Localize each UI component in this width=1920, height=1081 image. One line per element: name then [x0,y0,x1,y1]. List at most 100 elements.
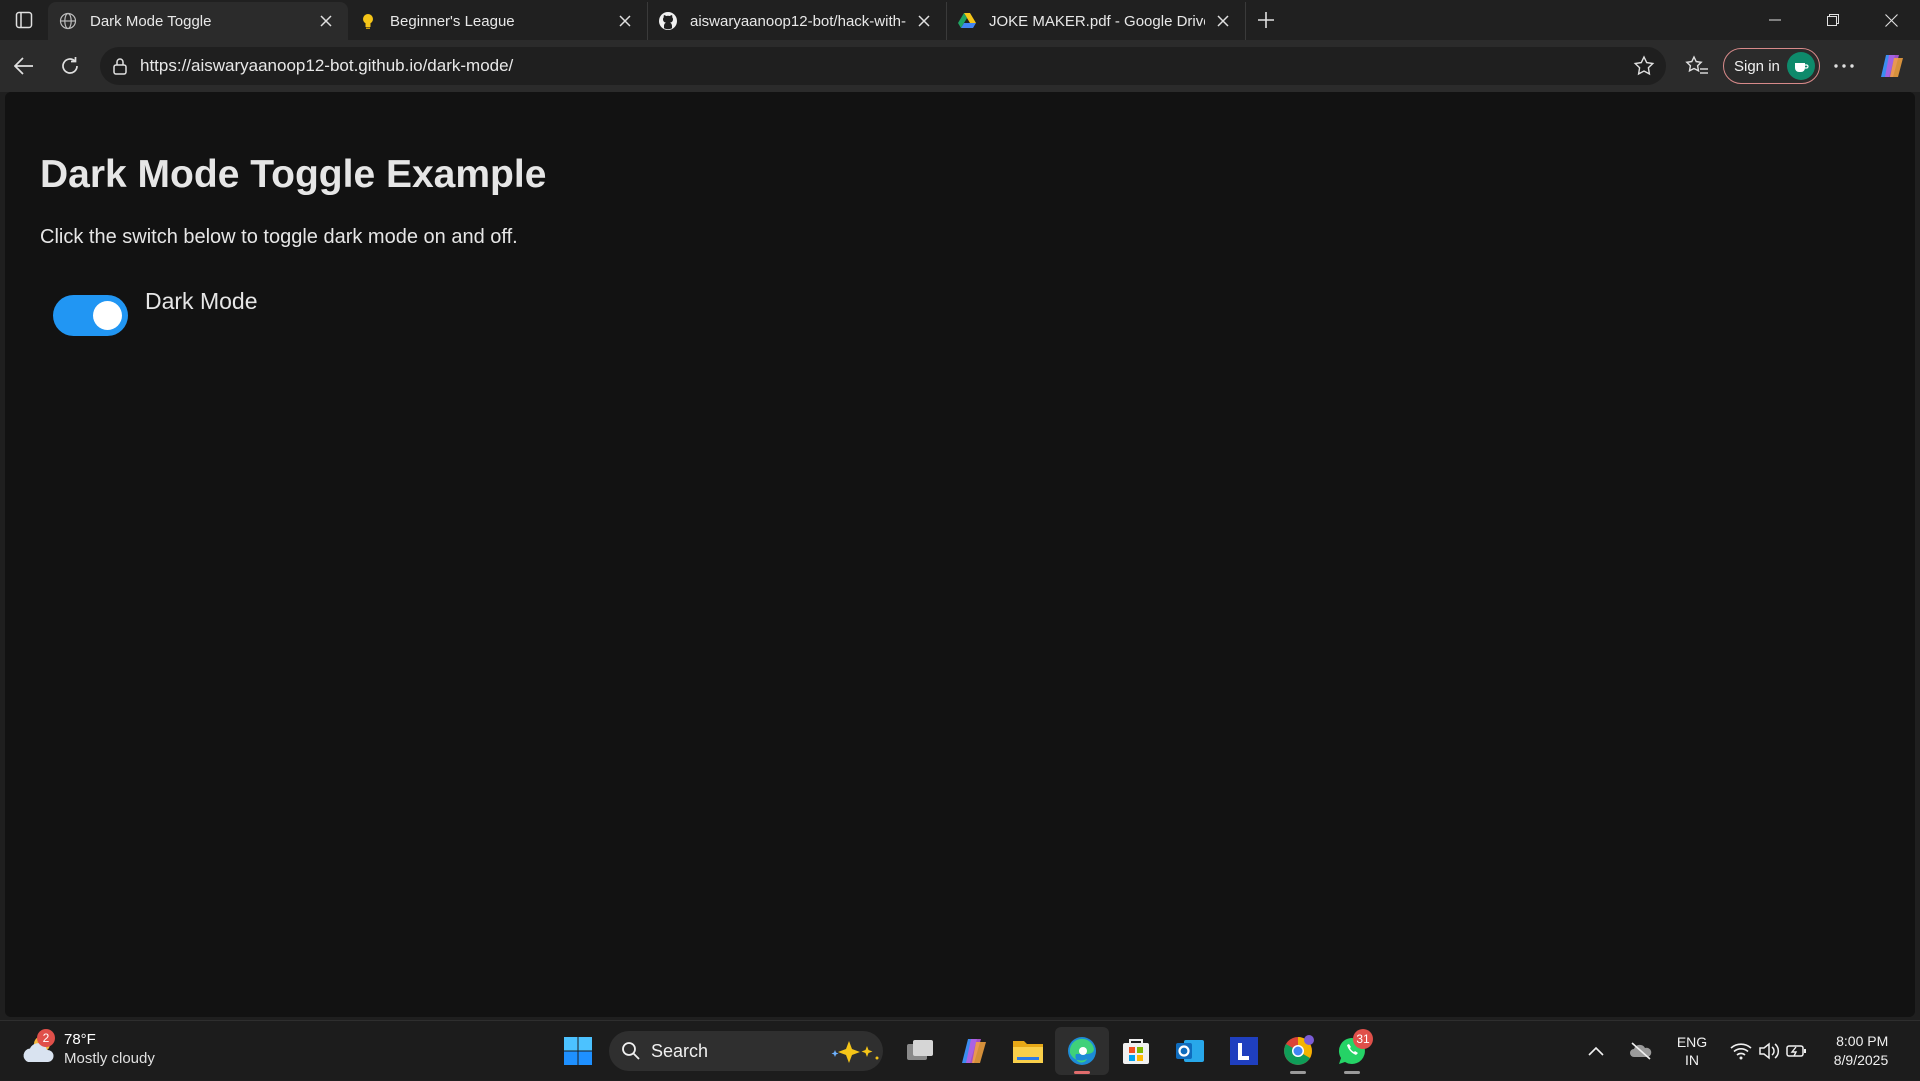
refresh-icon [62,57,78,74]
running-indicator [1344,1071,1360,1074]
page-title: Dark Mode Toggle Example [40,153,547,196]
favorites-list-icon [1685,55,1708,74]
wifi-icon [1730,1043,1752,1060]
sign-in-button[interactable]: Sign in [1723,48,1820,84]
show-hidden-icons-button[interactable] [1574,1021,1618,1081]
running-indicator [1290,1071,1306,1074]
more-dots-icon [1834,64,1854,68]
tab-title: Dark Mode Toggle [90,12,212,30]
site-info-icon[interactable] [100,57,140,75]
settings-more-button[interactable] [1822,44,1866,88]
address-bar[interactable]: https://aiswaryaanoop12-bot.github.io/da… [100,47,1666,85]
weather-cloudy-icon: 2 [20,1029,60,1069]
whatsapp-unread-badge: 31 [1353,1029,1373,1049]
close-tab-icon[interactable] [615,11,635,31]
page-description: Click the switch below to toggle dark mo… [40,226,518,248]
search-label: Search [651,1040,709,1061]
restore-button[interactable] [1804,0,1862,40]
search-icon [622,1042,640,1060]
volume-icon [1759,1042,1780,1060]
dark-mode-toggle-switch[interactable] [53,295,128,336]
taskbar-apps: Search 31 [551,1027,1379,1075]
weather-condition: Mostly cloudy [64,1050,155,1067]
tab-google-drive[interactable]: JOKE MAKER.pdf - Google Drive [947,2,1246,40]
l-app-icon [1230,1037,1258,1065]
start-button[interactable] [551,1027,605,1075]
task-view-icon [907,1040,933,1060]
restore-icon [1827,14,1839,26]
copilot-icon [962,1039,986,1063]
new-tab-button[interactable] [1246,0,1286,40]
tab-title: Beginner's League [390,12,515,30]
google-drive-icon [957,11,977,31]
search-highlight-sparkle-icon [831,1041,879,1063]
close-tab-icon[interactable] [914,11,934,31]
window-controls [1746,0,1920,40]
favorites-button[interactable] [1675,44,1719,88]
active-indicator [1074,1071,1090,1074]
clock-time: 8:00 PM [1836,1033,1889,1049]
refresh-button[interactable] [48,44,92,88]
task-view-button[interactable] [893,1027,947,1075]
weather-temperature: 78°F [64,1031,96,1048]
file-explorer-button[interactable] [1001,1027,1055,1075]
windows-taskbar: 2 78°F Mostly cloudy Search 31 ENG IN 8:… [0,1020,1920,1080]
close-window-button[interactable] [1862,0,1920,40]
minimize-button[interactable] [1746,0,1804,40]
battery-charging-icon [1786,1045,1806,1057]
tab-github-repo[interactable]: aiswaryaanoop12-bot/hack-with- [648,2,947,40]
weather-badge: 2 [37,1029,55,1047]
region-code: IN [1685,1052,1699,1068]
whatsapp-button[interactable]: 31 [1325,1027,1379,1075]
copilot-icon [1881,55,1903,77]
back-arrow-icon [14,57,33,75]
copilot-button[interactable] [1870,44,1914,88]
system-tray: ENG IN 8:00 PM 8/9/2025 [1574,1021,1920,1081]
quick-settings-button[interactable] [1720,1021,1818,1081]
dark-mode-label: Dark Mode [145,288,258,314]
tab-title: JOKE MAKER.pdf - Google Drive [989,12,1205,30]
toggle-knob [93,301,122,330]
minimize-icon [1769,19,1781,21]
onedrive-button[interactable] [1618,1021,1664,1081]
language-code: ENG [1676,1034,1708,1050]
copilot-app-button[interactable] [947,1027,1001,1075]
sign-in-label: Sign in [1734,57,1780,75]
chevron-up-icon [1588,1046,1604,1056]
url-text[interactable]: https://aiswaryaanoop12-bot.github.io/da… [140,56,1622,76]
tab-strip: Dark Mode Toggle Beginner's League aiswa… [0,0,1920,40]
tab-beginners-league[interactable]: Beginner's League [348,2,648,40]
chrome-button[interactable] [1271,1027,1325,1075]
outlook-icon [1176,1040,1204,1062]
windows-logo-icon [564,1037,592,1065]
github-icon [658,11,678,31]
browser-toolbar: https://aiswaryaanoop12-bot.github.io/da… [0,40,1920,92]
favorite-star-icon[interactable] [1622,55,1666,77]
globe-icon [58,11,78,31]
close-tab-icon[interactable] [316,11,336,31]
close-tab-icon[interactable] [1213,11,1233,31]
edge-icon [1068,1037,1096,1065]
language-indicator[interactable]: ENG IN [1664,1021,1720,1081]
l-app-button[interactable] [1217,1027,1271,1075]
microsoft-store-icon [1123,1039,1149,1064]
taskbar-search-box[interactable]: Search [609,1031,883,1071]
tab-dark-mode-toggle[interactable]: Dark Mode Toggle [48,2,348,40]
close-icon [1884,13,1898,27]
clock[interactable]: 8:00 PM 8/9/2025 [1818,1021,1904,1081]
onedrive-offline-icon [1630,1042,1652,1060]
page-viewport: Dark Mode Toggle Example Click the switc… [5,92,1915,1017]
weather-widget[interactable]: 2 78°F Mostly cloudy [20,1029,155,1069]
tab-actions-button[interactable] [0,0,48,40]
tab-title: aiswaryaanoop12-bot/hack-with- [690,12,906,30]
clock-date: 8/9/2025 [1833,1052,1889,1068]
outlook-button[interactable] [1163,1027,1217,1075]
chrome-icon [1284,1035,1314,1065]
profile-avatar-icon [1786,52,1815,80]
edge-app-button[interactable] [1055,1027,1109,1075]
microsoft-store-button[interactable] [1109,1027,1163,1075]
back-button[interactable] [2,44,46,88]
file-explorer-icon [1013,1041,1043,1063]
lightbulb-icon [358,11,378,31]
tab-actions-icon [15,11,33,29]
